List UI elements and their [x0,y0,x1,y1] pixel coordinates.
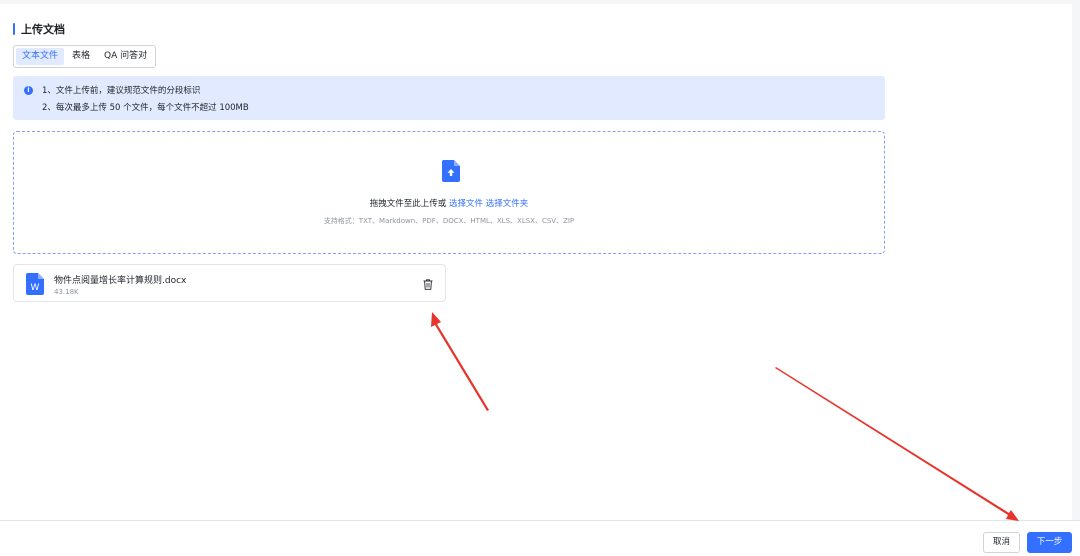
tab-qa-pairs[interactable]: QA 问答对 [98,48,153,65]
info-icon: i [24,86,33,95]
notice-line-2: 2、每次最多上传 50 个文件，每个文件不超过 100MB [42,103,249,113]
title-accent-bar [13,23,15,35]
uploaded-file-item: W 物件点阅量增长率计算规则.docx 43.18K [13,264,446,302]
notice-line-1: 1、文件上传前，建议规范文件的分段标识 [42,86,201,96]
upload-page: 上传文档 文本文件 表格 QA 问答对 i 1、文件上传前，建议规范文件的分段标… [0,4,1072,520]
select-folder-link[interactable]: 选择文件夹 [486,199,529,209]
word-file-icon: W [26,273,44,295]
file-dropzone[interactable]: 拖拽文件至此上传或 选择文件 选择文件夹 支持格式：TXT、Markdown、P… [13,131,885,254]
next-step-button[interactable]: 下一步 [1027,532,1072,553]
file-type-tabs: 文本文件 表格 QA 问答对 [13,45,157,68]
upload-file-icon [442,160,460,182]
tab-text-file[interactable]: 文本文件 [16,48,65,65]
footer-bar: 取消 下一步 [0,520,1080,556]
file-size: 43.18K [54,288,79,296]
dropzone-prompt-text: 拖拽文件至此上传或 [369,199,447,209]
dropzone-prompt: 拖拽文件至此上传或 选择文件 选择文件夹 [14,197,884,209]
delete-file-icon[interactable] [423,279,433,290]
select-file-link[interactable]: 选择文件 [449,199,483,209]
section-title-text: 上传文档 [21,23,65,36]
file-name: 物件点阅量增长率计算规则.docx [54,276,187,286]
svg-text:W: W [31,283,40,293]
supported-formats: 支持格式：TXT、Markdown、PDF、DOCX、HTML、XLS、XLSX… [323,217,575,225]
section-title: 上传文档 [13,21,65,37]
cancel-button[interactable]: 取消 [983,532,1020,553]
tab-table[interactable]: 表格 [66,48,96,65]
upload-notice: i 1、文件上传前，建议规范文件的分段标识 2、每次最多上传 50 个文件，每个… [13,76,885,120]
